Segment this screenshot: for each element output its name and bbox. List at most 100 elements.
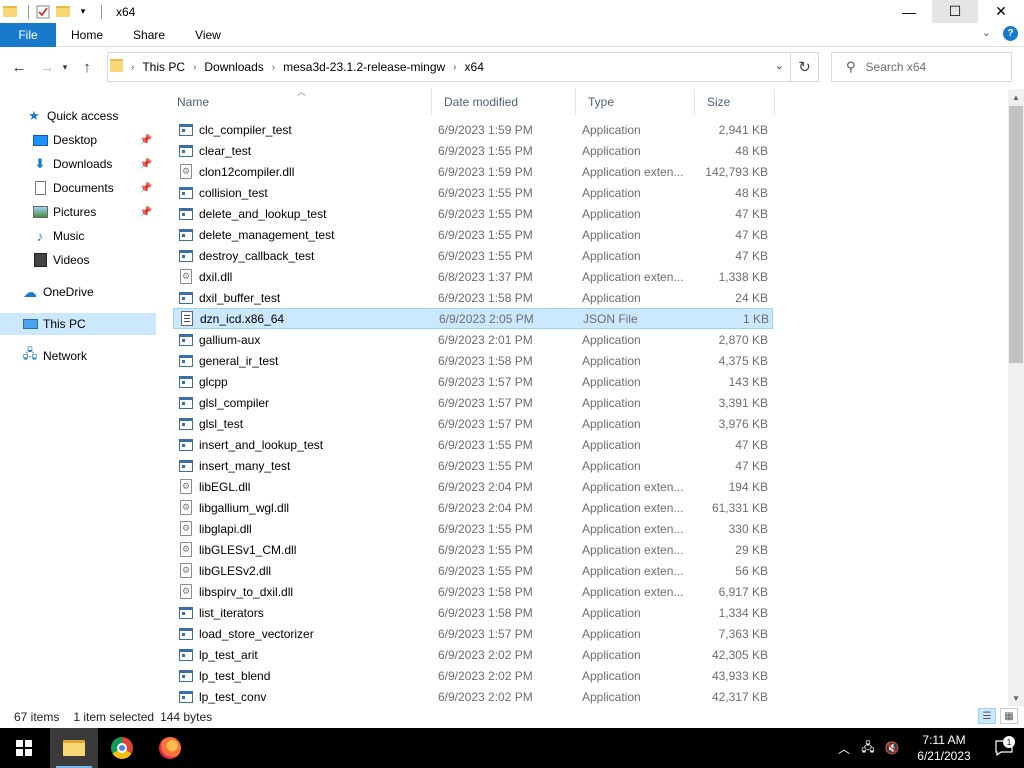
file-size: 47 KB [735, 206, 768, 221]
file-row[interactable]: dxil.dll 6/8/2023 1:37 PM Application exte… [173, 266, 773, 287]
file-row[interactable]: glsl_test 6/9/2023 1:57 PM Application 3,97… [173, 413, 773, 434]
file-row[interactable]: collision_test 6/9/2023 1:55 PM Applicatio… [173, 182, 773, 203]
pin-icon[interactable]: 📌 [140, 207, 152, 218]
pin-icon[interactable]: 📌 [140, 135, 152, 146]
file-row[interactable]: delete_and_lookup_test 6/9/2023 1:55 PM Ap… [173, 203, 773, 224]
chevron-down-icon[interactable]: ⌄ [775, 59, 784, 72]
file-row[interactable]: delete_management_test 6/9/2023 1:55 PM Ap… [173, 224, 773, 245]
file-row[interactable]: libglapi.dll 6/9/2023 1:55 PM Application … [173, 518, 773, 539]
tab-home[interactable]: Home [56, 23, 118, 47]
chevron-right-icon[interactable]: › [191, 62, 198, 73]
nav-item-pictures[interactable]: Pictures 📌 [0, 201, 156, 223]
tab-file[interactable]: File [0, 22, 56, 47]
scroll-up-icon[interactable]: ▲ [1008, 89, 1024, 105]
up-button[interactable]: ↑ [76, 56, 98, 78]
details-view-icon[interactable]: ☰ [978, 708, 996, 724]
file-row[interactable]: clear_test 6/9/2023 1:55 PM Application 48 … [173, 140, 773, 161]
breadcrumb-x64[interactable]: x64 [459, 60, 490, 74]
chevron-up-icon[interactable]: ︿ [832, 740, 856, 757]
file-row[interactable]: lp_test_blend 6/9/2023 2:02 PM Application… [173, 665, 773, 686]
nav-quick-access[interactable]: ★ Quick access [0, 105, 156, 127]
address-bar[interactable]: › This PC › Downloads › mesa3d-23.1.2-re… [107, 52, 791, 82]
file-row[interactable]: insert_and_lookup_test 6/9/2023 1:55 PM Ap… [173, 434, 773, 455]
search-input[interactable]: ⚲ Search x64 [831, 52, 1012, 82]
file-name: dxil_buffer_test [199, 290, 281, 305]
nav-item-downloads[interactable]: ⬇ Downloads 📌 [0, 153, 156, 175]
file-name: lp_test_conv [199, 689, 267, 704]
file-row[interactable]: libGLESv1_CM.dll 6/9/2023 1:55 PM Applicat… [173, 539, 773, 560]
pin-icon[interactable]: 📌 [140, 159, 152, 170]
chevron-right-icon[interactable]: › [270, 62, 277, 73]
file-row[interactable]: gallium-aux 6/9/2023 2:01 PM Application 2,… [173, 329, 773, 350]
tab-view[interactable]: View [180, 23, 236, 47]
chrome-taskbar-icon[interactable] [98, 728, 146, 768]
refresh-button[interactable]: ↻ [791, 52, 819, 82]
clock[interactable]: 7:11 AM 6/21/2023 [904, 732, 984, 764]
close-button[interactable]: ✕ [978, 0, 1024, 23]
file-row[interactable]: insert_many_test 6/9/2023 1:55 PM Applicat… [173, 455, 773, 476]
selection-size: 144 bytes [160, 710, 213, 724]
large-icons-view-icon[interactable]: ▦ [1000, 708, 1018, 724]
breadcrumb-downloads[interactable]: Downloads [198, 60, 269, 74]
notifications-button[interactable]: 1 [984, 736, 1024, 756]
minimize-button[interactable]: — [886, 0, 932, 23]
file-row[interactable]: destroy_callback_test 6/9/2023 1:55 PM App… [173, 245, 773, 266]
network-status-icon[interactable]: 🖧 [856, 738, 880, 759]
file-row[interactable]: lp_test_conv 6/9/2023 2:02 PM Application 4… [173, 686, 773, 706]
file-row[interactable]: general_ir_test 6/9/2023 1:58 PM Applicati… [173, 350, 773, 371]
pin-icon[interactable]: 📌 [140, 183, 152, 194]
file-row[interactable]: load_store_vectorizer 6/9/2023 1:57 PM App… [173, 623, 773, 644]
help-icon[interactable]: ? [1003, 26, 1018, 41]
firefox-taskbar-icon[interactable] [146, 728, 194, 768]
scrollbar-thumb[interactable] [1009, 106, 1023, 363]
music-icon: ♪ [36, 228, 44, 244]
file-row[interactable]: dzn_icd.x86_64 6/9/2023 2:05 PM JSON File 1… [173, 308, 773, 329]
column-type[interactable]: Type [576, 89, 695, 115]
window-title: x64 [116, 4, 136, 19]
breadcrumb-mesa3d[interactable]: mesa3d-23.1.2-release-mingw [277, 60, 451, 74]
nav-item-network[interactable]: 🖧 Network [0, 345, 156, 367]
new-folder-icon[interactable] [55, 4, 71, 20]
nav-item-desktop[interactable]: Desktop 📌 [0, 129, 156, 151]
file-row[interactable]: list_iterators 6/9/2023 1:58 PM Applicatio… [173, 602, 773, 623]
properties-icon[interactable] [35, 4, 51, 20]
file-row[interactable]: libspirv_to_dxil.dll 6/9/2023 1:58 PM Appl… [173, 581, 773, 602]
file-date: 6/9/2023 2:05 PM [439, 311, 534, 326]
file-row[interactable]: clon12compiler.dll 6/9/2023 1:59 PM Applic… [173, 161, 773, 182]
tab-share[interactable]: Share [118, 23, 180, 47]
back-button[interactable]: ← [8, 56, 30, 78]
file-row[interactable]: libGLESv2.dll 6/9/2023 1:55 PM Application… [173, 560, 773, 581]
nav-item-onedrive[interactable]: ☁ OneDrive [0, 281, 156, 303]
maximize-button[interactable]: ☐ [932, 0, 978, 23]
nav-item-music[interactable]: ♪ Music [0, 225, 156, 247]
column-date-modified[interactable]: Date modified [432, 89, 576, 115]
file-row[interactable]: clc_compiler_test 6/9/2023 1:59 PM Applica… [173, 119, 773, 140]
nav-item-videos[interactable]: Videos [0, 249, 156, 271]
file-row[interactable]: lp_test_arit 6/9/2023 2:02 PM Application 4… [173, 644, 773, 665]
file-row[interactable]: libgallium_wgl.dll 6/9/2023 2:04 PM Applic… [173, 497, 773, 518]
forward-button[interactable]: → [36, 56, 58, 78]
file-row[interactable]: glcpp 6/9/2023 1:57 PM Application 143 KB [173, 371, 773, 392]
chevron-right-icon[interactable]: › [129, 62, 136, 73]
vertical-scrollbar[interactable]: ▲ ▼ [1008, 89, 1024, 706]
file-explorer-taskbar-icon[interactable] [50, 728, 98, 768]
file-size: 43,933 KB [711, 668, 768, 683]
file-row[interactable]: libEGL.dll 6/9/2023 2:04 PM Application ex… [173, 476, 773, 497]
expand-ribbon-icon[interactable]: ⌄ [982, 26, 991, 41]
start-button[interactable] [0, 728, 48, 768]
chevron-right-icon[interactable]: › [451, 62, 458, 73]
scroll-down-icon[interactable]: ▼ [1008, 690, 1024, 706]
chevron-down-icon[interactable]: ▾ [75, 4, 91, 20]
nav-item-this-pc[interactable]: This PC [0, 313, 156, 335]
file-row[interactable]: dxil_buffer_test 6/9/2023 1:58 PM Applicat… [173, 287, 773, 308]
breadcrumb-this-pc[interactable]: This PC [136, 60, 191, 74]
file-row[interactable]: glsl_compiler 6/9/2023 1:57 PM Application… [173, 392, 773, 413]
file-type: Application exten... [582, 479, 684, 494]
column-size[interactable]: Size [695, 89, 775, 115]
file-date: 6/9/2023 1:57 PM [438, 626, 533, 641]
dll-file-icon [178, 164, 194, 180]
recent-locations-button[interactable]: ▾ [58, 56, 72, 78]
taskbar: ︿ 🖧 🔇 7:11 AM 6/21/2023 1 [0, 728, 1024, 768]
nav-item-documents[interactable]: Documents 📌 [0, 177, 156, 199]
volume-muted-icon[interactable]: 🔇 [880, 741, 904, 755]
